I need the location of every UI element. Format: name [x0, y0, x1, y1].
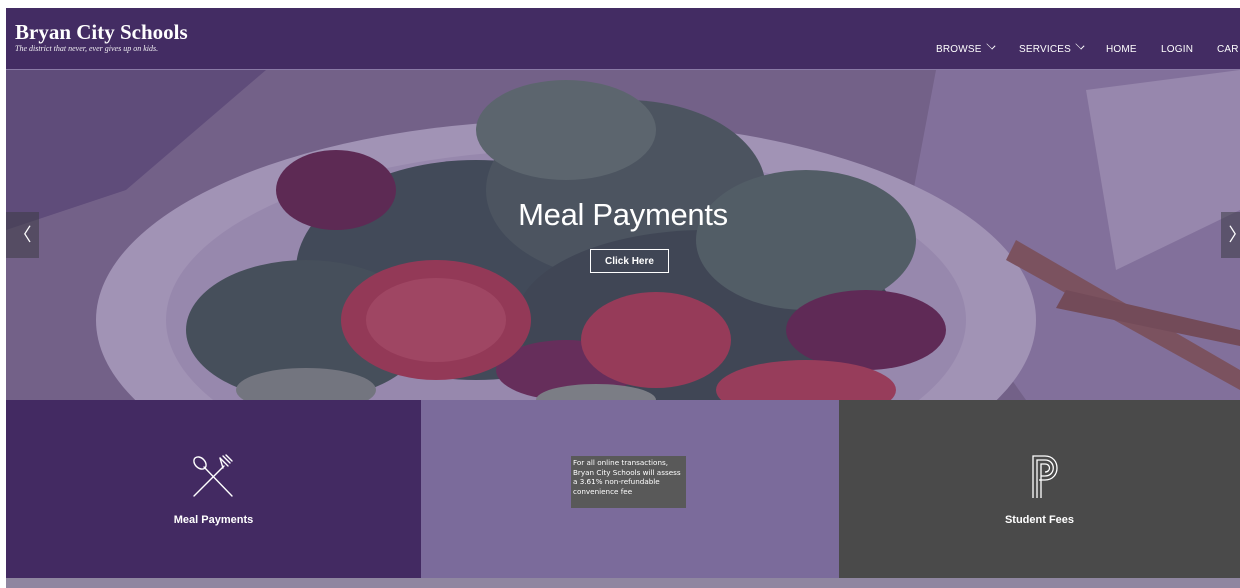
- page-frame: Bryan City Schools The district that nev…: [6, 8, 1240, 588]
- nav-services-label: SERVICES: [1019, 44, 1071, 55]
- tile-student-fees[interactable]: Student Fees: [839, 400, 1240, 578]
- nav-cart[interactable]: CAR: [1217, 44, 1239, 55]
- nav-services[interactable]: SERVICES: [1019, 40, 1085, 55]
- hero-carousel: Meal Payments Click Here 〈 〉: [6, 70, 1240, 400]
- site-header: Bryan City Schools The district that nev…: [6, 8, 1240, 70]
- fork-spoon-icon: [193, 454, 233, 497]
- convenience-fee-notice: For all online transactions, Bryan City …: [571, 456, 686, 508]
- click-here-button[interactable]: Click Here: [590, 249, 669, 273]
- site-title[interactable]: Bryan City Schools: [15, 20, 188, 44]
- nav-login[interactable]: LOGIN: [1161, 44, 1193, 55]
- hero-title: Meal Payments: [518, 197, 728, 232]
- hero-overlay: [6, 70, 1240, 400]
- next-section-strip: [6, 578, 1240, 588]
- tile-fee-notice: For all online transactions, Bryan City …: [421, 400, 839, 578]
- nav-browse-label: BROWSE: [936, 44, 982, 55]
- main-nav: BROWSE SERVICES HOME LOGIN CAR: [6, 40, 1240, 60]
- tile-fees-label: Student Fees: [1004, 514, 1075, 526]
- nav-browse[interactable]: BROWSE: [936, 40, 996, 55]
- tile-meal-label: Meal Payments: [173, 514, 254, 526]
- tile-meal-payments[interactable]: Meal Payments: [6, 400, 421, 578]
- chevron-down-icon: [986, 40, 996, 50]
- carousel-prev-arrow[interactable]: 〈: [6, 212, 39, 258]
- carousel-next-arrow[interactable]: 〉: [1221, 212, 1240, 258]
- powerschool-p-icon: [1032, 455, 1058, 498]
- chevron-down-icon: [1075, 40, 1085, 50]
- nav-home[interactable]: HOME: [1106, 44, 1137, 55]
